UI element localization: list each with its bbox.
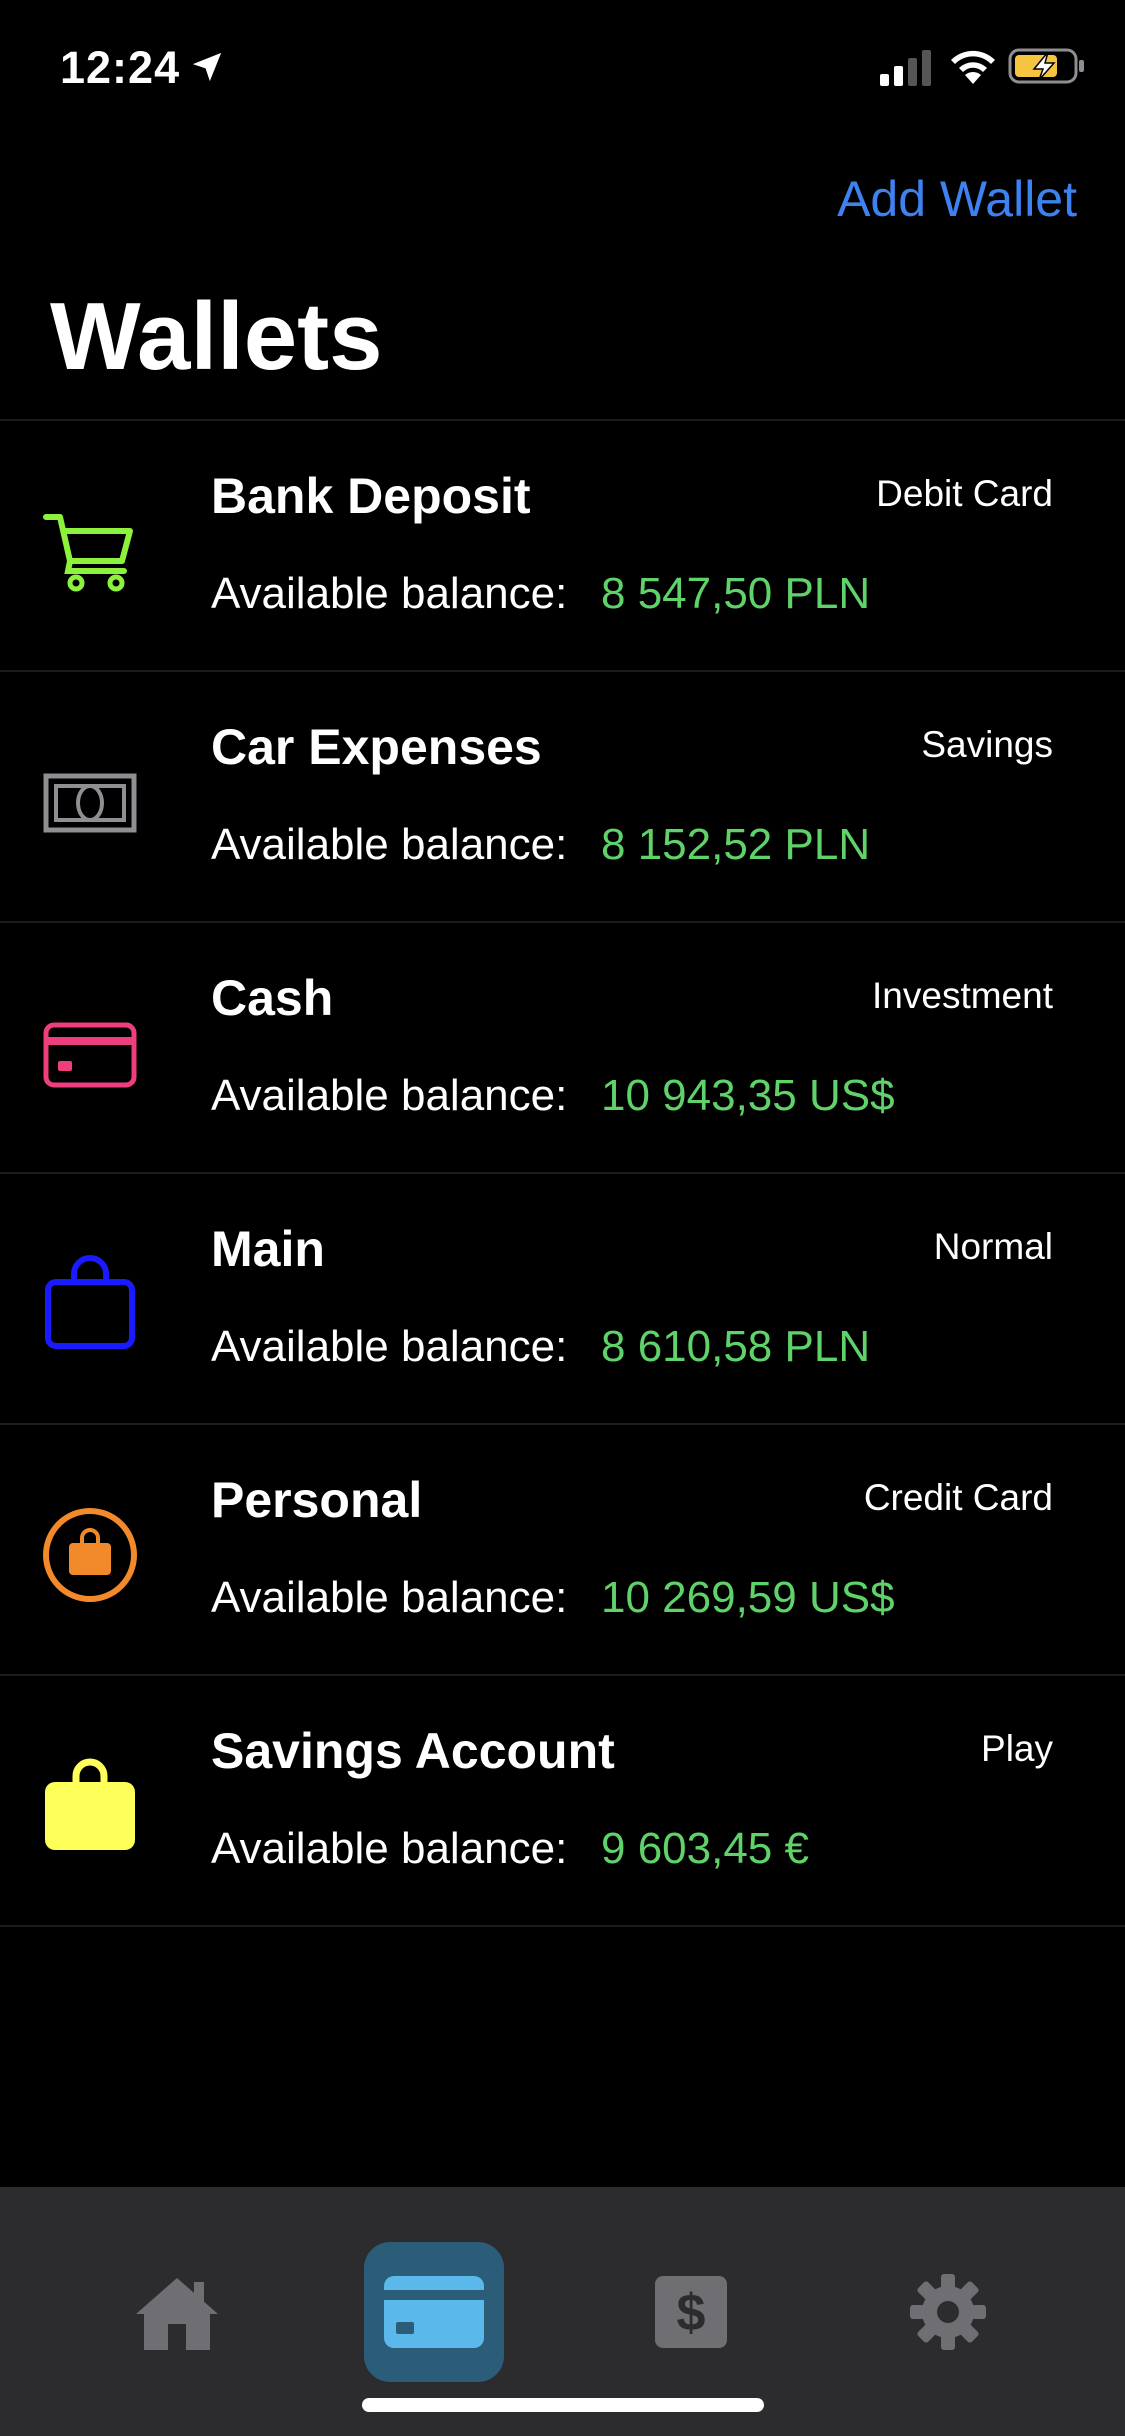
wallet-type: Investment [872, 975, 1053, 1016]
balance-value: 10 269,59 US$ [601, 1573, 895, 1622]
balance-label: Available balance: [211, 820, 568, 869]
wallet-type: Credit Card [863, 1477, 1053, 1518]
wifi-icon [951, 50, 995, 84]
balance-label: Available balance: [211, 1573, 568, 1622]
location-arrow-icon [192, 52, 222, 82]
tab-home[interactable] [107, 2242, 247, 2382]
wallet-row[interactable]: Main Normal Available balance: 8 610,58 … [0, 1174, 1125, 1425]
balance-label: Available balance: [211, 569, 568, 618]
balance-value: 10 943,35 US$ [601, 1071, 895, 1120]
home-indicator [362, 2398, 764, 2412]
banknote-icon [43, 773, 137, 833]
balance-label: Available balance: [211, 1824, 568, 1873]
tab-settings[interactable] [878, 2242, 1018, 2382]
balance-label: Available balance: [211, 1322, 568, 1371]
status-time: 12:24 [60, 42, 181, 93]
wallet-list: Bank Deposit Debit Card Available balanc… [0, 419, 1125, 1927]
wallet-type: Debit Card [876, 473, 1053, 514]
status-bar: 12:24 [0, 0, 1125, 140]
balance-value: 9 603,45 € [601, 1824, 809, 1873]
wallet-name: Cash [211, 970, 334, 1026]
tab-wallets[interactable] [364, 2242, 504, 2382]
house-icon [136, 2278, 218, 2350]
balance-label: Available balance: [211, 1071, 568, 1120]
balance-value: 8 610,58 PLN [601, 1322, 871, 1371]
wallet-row[interactable]: Savings Account Play Available balance: … [0, 1676, 1125, 1927]
bag-circle-icon [43, 1508, 137, 1602]
balance-value: 8 547,50 PLN [601, 569, 871, 618]
wallet-name: Personal [211, 1472, 423, 1528]
wallet-row[interactable]: Cash Investment Available balance: 10 94… [0, 923, 1125, 1174]
shopping-bag-icon [45, 1255, 135, 1349]
cart-icon [43, 514, 133, 592]
wallet-type: Play [981, 1728, 1053, 1769]
shopping-bag-fill-icon [45, 1758, 135, 1850]
dollar-sign-icon: $ [655, 2276, 727, 2348]
wallet-name: Bank Deposit [211, 468, 531, 524]
page-title: Wallets [50, 283, 383, 390]
wallet-row[interactable]: Personal Credit Card Available balance: … [0, 1425, 1125, 1676]
wallet-type: Savings [921, 724, 1053, 765]
wallet-type: Normal [933, 1226, 1053, 1267]
tab-money[interactable]: $ [621, 2242, 761, 2382]
wallet-name: Main [211, 1221, 325, 1277]
credit-card-icon [384, 2276, 484, 2348]
wallet-row[interactable]: Bank Deposit Debit Card Available balanc… [0, 421, 1125, 672]
wallet-name: Car Expenses [211, 719, 542, 775]
credit-card-icon [43, 1022, 137, 1088]
battery-charging-icon [1008, 48, 1084, 84]
wallet-name: Savings Account [211, 1723, 615, 1779]
cellular-signal-icon [880, 50, 931, 86]
wallet-row[interactable]: Car Expenses Savings Available balance: … [0, 672, 1125, 923]
add-wallet-button[interactable]: Add Wallet [837, 170, 1077, 228]
gear-icon [910, 2274, 986, 2350]
svg-text:$: $ [677, 2284, 706, 2342]
balance-value: 8 152,52 PLN [601, 820, 871, 869]
